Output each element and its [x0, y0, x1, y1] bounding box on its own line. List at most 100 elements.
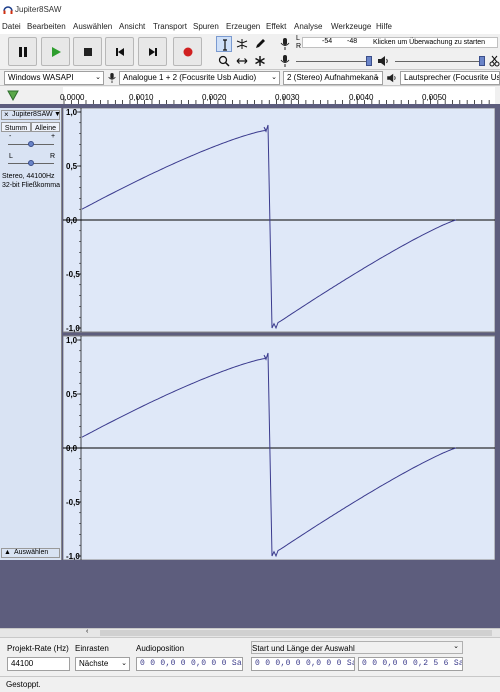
menu-effect[interactable]: Effekt	[266, 22, 286, 31]
track-select-label: Auswählen	[14, 549, 49, 556]
menu-view[interactable]: Ansicht	[119, 22, 145, 31]
selection-start-field[interactable]: 0 0 0,0 0 0,0 0 0 Samples	[251, 657, 355, 671]
menu-generate[interactable]: Erzeugen	[226, 22, 260, 31]
waveform-area[interactable]: 1,0 0,5 0,0 -0,5 -1,0 1,0 0,5 0,0 -0,5 -1,0	[62, 107, 496, 561]
record-volume-thumb[interactable]	[366, 56, 372, 66]
record-volume-slider[interactable]	[296, 61, 372, 62]
menu-tracks[interactable]: Spuren	[193, 22, 219, 31]
input-channels-select[interactable]: 2 (Stereo) Aufnahmekanä ⌄	[283, 71, 383, 85]
track-info-format: Stereo, 44100Hz	[2, 173, 55, 180]
mute-label: Stumm	[4, 125, 28, 132]
play-button[interactable]	[41, 37, 70, 66]
pause-icon	[19, 47, 27, 57]
menu-file[interactable]: Datei	[2, 22, 21, 31]
selection-mode-select[interactable]: ⌄	[251, 641, 463, 654]
audio-host-select[interactable]: Windows WASAPI ⌄	[4, 71, 104, 85]
selection-toolbar: Projekt-Rate (Hz) 44100 Einrasten Nächst…	[0, 637, 500, 675]
window-title: Jupiter8SAW	[15, 5, 62, 14]
output-speaker-icon	[387, 73, 396, 83]
playback-volume-thumb[interactable]	[479, 56, 485, 66]
selection-tool[interactable]	[216, 36, 232, 52]
ruler-label: 0,0040	[349, 93, 374, 102]
scrollbar-track[interactable]	[100, 630, 492, 636]
stop-button[interactable]	[73, 37, 102, 66]
input-device-select[interactable]: Analogue 1 + 2 (Focusrite Usb Audio) ⌄	[119, 71, 280, 85]
microphone-icon[interactable]	[279, 37, 291, 51]
timeline-ruler[interactable]: 0,0000 0,0010 0,0020 0,0030 0,0040 0,005…	[60, 87, 495, 104]
mute-button[interactable]: Stumm	[1, 122, 31, 132]
skip-start-button[interactable]	[105, 37, 134, 66]
pause-button[interactable]	[8, 37, 37, 66]
scissors-icon[interactable]	[489, 55, 500, 67]
meter-tick-48: -48	[347, 38, 358, 45]
gain-minus-label: -	[9, 133, 12, 140]
gain-slider-thumb[interactable]	[28, 141, 34, 147]
selection-length-field[interactable]: 0 0 0,0 0 0,2 5 6 Samples	[358, 657, 463, 671]
multi-tool[interactable]	[252, 53, 268, 69]
pan-right-label: R	[50, 153, 56, 160]
record-button[interactable]	[173, 37, 202, 66]
amplitude-label: 1,0	[66, 108, 78, 117]
time-shift-tool[interactable]	[234, 53, 250, 69]
skip-end-button[interactable]	[138, 37, 167, 66]
collapse-icon[interactable]: ▲	[4, 549, 11, 556]
chevron-down-icon: ⌄	[121, 660, 127, 667]
skip-start-icon	[116, 48, 124, 56]
title-bar: Jupiter8SAW	[0, 0, 500, 20]
amplitude-label: 0,5	[66, 390, 78, 399]
waveform-canvas: 1,00,50,0-0,5-1,01,00,50,0-0,5-1,0	[62, 107, 496, 561]
solo-button[interactable]: Alleine	[31, 122, 60, 132]
empty-track-area[interactable]	[0, 560, 500, 628]
track-name-bar[interactable]: × Jupiter8SAW ▼	[1, 110, 61, 120]
pencil-icon	[256, 39, 265, 48]
project-rate-select[interactable]: 44100	[7, 657, 70, 671]
snap-to-value: Nächste	[79, 659, 109, 668]
zoom-tool[interactable]	[216, 53, 232, 69]
audio-position-field[interactable]: 0 0 0,0 0 0,0 0 0 Samples	[136, 657, 243, 671]
menu-help[interactable]: Hilfe	[376, 22, 392, 31]
speaker-icon	[378, 56, 388, 66]
amplitude-label: 0,5	[66, 162, 78, 171]
ruler-label: 0,0020	[202, 93, 227, 102]
envelope-tool[interactable]	[234, 36, 250, 52]
track-control-panel[interactable]: × Jupiter8SAW ▼ Stumm Alleine - + L R St…	[0, 108, 62, 560]
play-icon	[52, 47, 61, 57]
status-text: Gestoppt.	[6, 680, 41, 689]
track-select-button[interactable]: ▲ Auswählen	[1, 548, 60, 558]
solo-label: Alleine	[34, 125, 56, 132]
meter-monitor-text[interactable]: Klicken um Überwachung zu starten	[373, 39, 485, 46]
track-name[interactable]: Jupiter8SAW	[12, 111, 53, 118]
chevron-down-icon: ⌄	[95, 74, 101, 81]
project-rate-label: Projekt-Rate (Hz)	[7, 644, 69, 653]
menu-select[interactable]: Auswählen	[73, 22, 112, 31]
playback-volume-slider[interactable]	[395, 61, 485, 62]
audio-position-value: 0 0 0,0 0 0,0 0 0 Samples	[140, 659, 243, 668]
input-device-value: Analogue 1 + 2 (Focusrite Usb Audio)	[123, 73, 257, 82]
audio-host-value: Windows WASAPI	[8, 73, 74, 82]
pan-slider-thumb[interactable]	[28, 160, 34, 166]
ruler-label: 0,0000	[60, 93, 85, 102]
timeline-options-icon[interactable]	[7, 90, 19, 101]
track-menu-arrow-icon[interactable]: ▼	[54, 111, 61, 118]
audio-position-label: Audioposition	[136, 644, 185, 653]
ruler-label: 0,0050	[422, 93, 447, 102]
snap-to-select[interactable]: Nächste ⌄	[75, 657, 130, 671]
envelope-icon	[236, 39, 248, 49]
menu-tools[interactable]: Werkzeuge	[331, 22, 371, 31]
project-rate-value: 44100	[11, 659, 34, 668]
amplitude-label: -1,0	[66, 324, 80, 333]
device-toolbar: Windows WASAPI ⌄ Analogue 1 + 2 (Focusri…	[0, 70, 500, 86]
asterisk-icon	[255, 56, 265, 66]
chevron-down-icon: ⌄	[374, 74, 380, 81]
scroll-left-arrow-icon[interactable]: ‹	[86, 628, 88, 635]
horizontal-scrollbar[interactable]: ‹	[0, 628, 500, 637]
menu-edit[interactable]: Bearbeiten	[27, 22, 66, 31]
menu-transport[interactable]: Transport	[153, 22, 187, 31]
magnifier-icon	[218, 55, 230, 67]
output-device-select[interactable]: Lautsprecher (Focusrite Usb A	[400, 71, 500, 85]
close-icon[interactable]: ×	[4, 110, 9, 119]
input-mic-icon	[108, 73, 116, 83]
snap-to-label: Einrasten	[75, 644, 109, 653]
draw-tool[interactable]	[252, 36, 268, 52]
menu-analyze[interactable]: Analyse	[294, 22, 322, 31]
